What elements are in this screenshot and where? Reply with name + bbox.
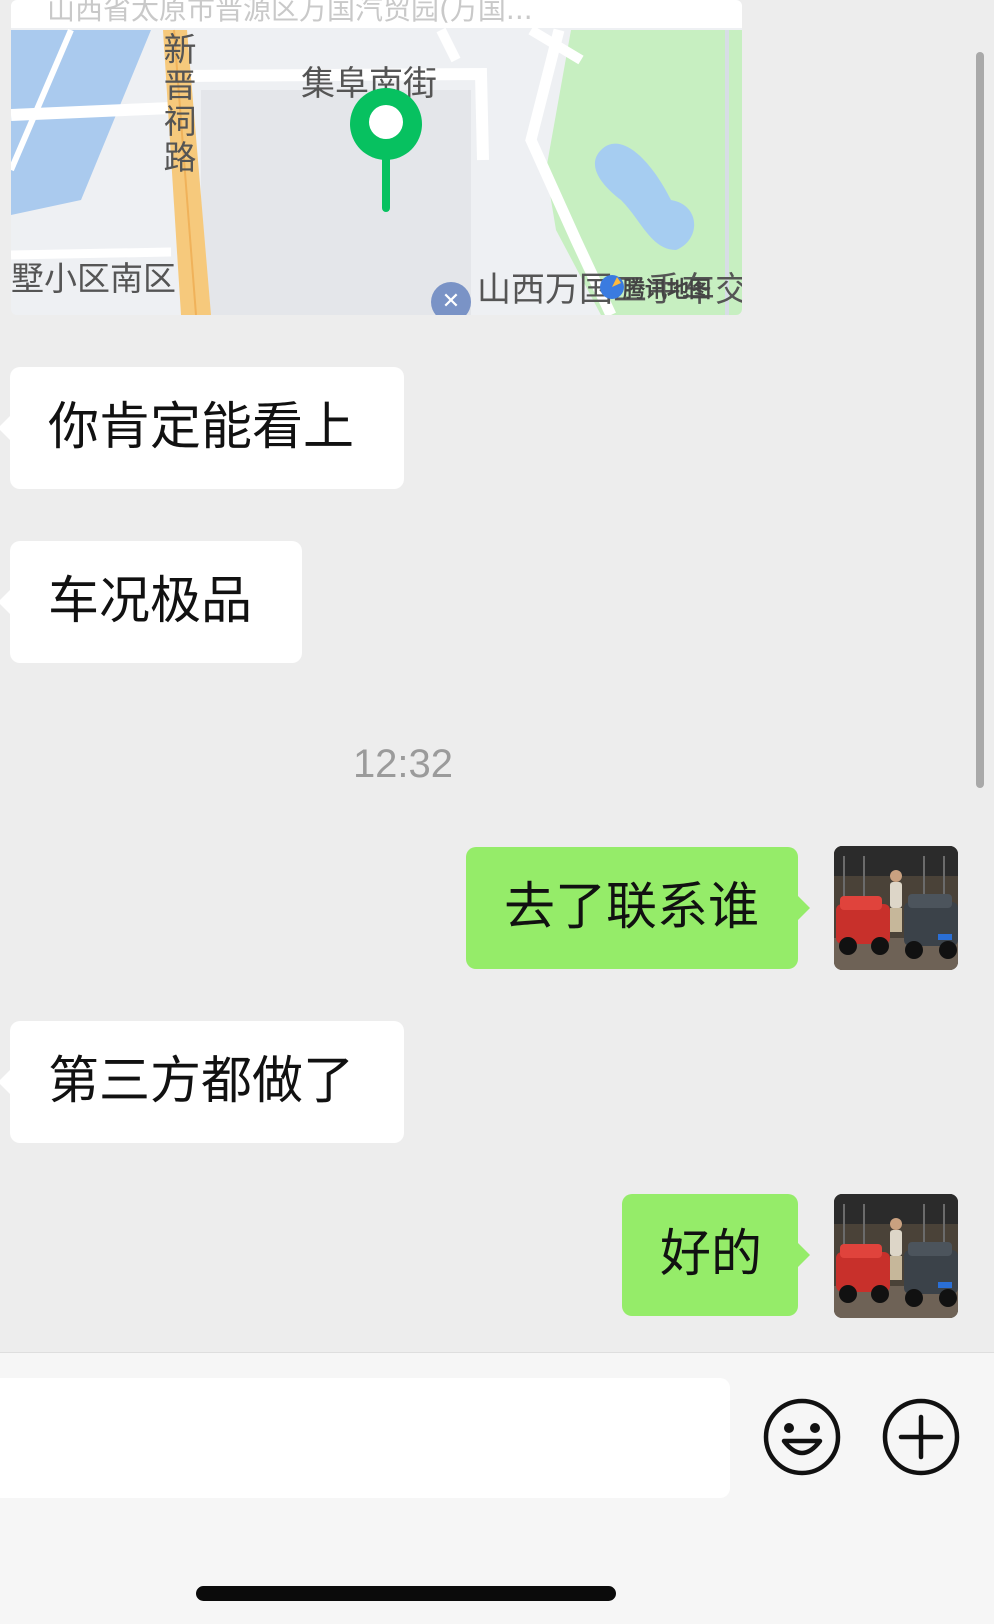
map-brand-label: 腾讯地图 [623, 278, 712, 303]
message-input-bar [0, 1352, 994, 1624]
location-map-card[interactable]: 山西省太原市晋源区万国汽贸园(万国... 集阜南街 新晋祠路 墅小区南区 ✕ 山… [11, 0, 742, 315]
avatar-photo [834, 1194, 958, 1318]
plus-circle-icon [882, 1398, 960, 1476]
incoming-message-bubble[interactable]: 第三方都做了 [0, 1021, 404, 1143]
home-indicator[interactable] [196, 1586, 616, 1601]
wrench-service-icon: ✕ [431, 282, 471, 315]
location-pin-icon [350, 88, 422, 212]
map-address-title: 山西省太原市晋源区万国汽贸园(万国... [47, 0, 533, 26]
map-district-label: 墅小区南区 [11, 259, 176, 298]
chat-scrollbar[interactable] [976, 52, 984, 788]
avatar[interactable] [834, 846, 958, 970]
emoji-button[interactable] [762, 1397, 842, 1477]
avatar-photo [834, 846, 958, 970]
tencent-map-logo-icon [600, 275, 624, 299]
chat-area[interactable]: 山西省太原市晋源区万国汽贸园(万国... 集阜南街 新晋祠路 墅小区南区 ✕ 山… [0, 0, 994, 1352]
avatar[interactable] [834, 1194, 958, 1318]
message-text-input[interactable] [0, 1378, 730, 1498]
incoming-message-bubble[interactable]: 你肯定能看上 [0, 367, 404, 489]
map-title-bar: 山西省太原市晋源区万国汽贸园(万国... [11, 0, 742, 28]
incoming-message-bubble[interactable]: 车况极品 [0, 541, 302, 663]
message-timestamp: 12:32 [352, 742, 454, 786]
smiley-face-icon [763, 1398, 841, 1476]
map-road-label: 新晋祠路 [163, 30, 197, 177]
more-actions-button[interactable] [881, 1397, 961, 1477]
outgoing-message-bubble[interactable]: 去了联系谁 [466, 847, 810, 969]
outgoing-message-bubble[interactable]: 好的 [622, 1194, 810, 1316]
